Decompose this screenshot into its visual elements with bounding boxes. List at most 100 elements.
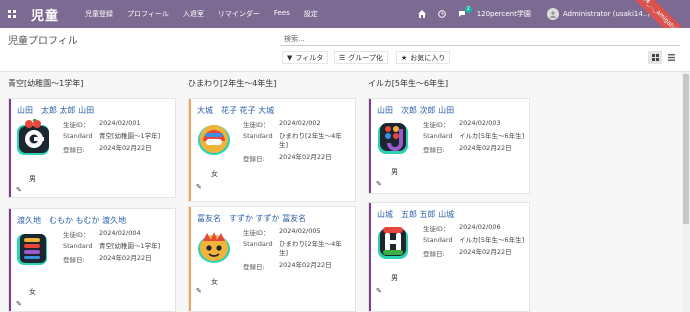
edit-pencil-icon[interactable]: ✎ [16,300,22,308]
date-label: 登録日: [423,146,445,154]
student-name[interactable]: 大城 花子 花子 大城 [197,105,274,116]
column-title-himawari[interactable]: ひまわり[2年生〜4年生] [188,78,276,89]
standard-label: Standard [63,242,93,250]
registration-date: 2024年02月22日 [279,261,332,269]
student-avatar-h-icon [375,223,413,261]
student-name[interactable]: 山城 五郎 五郎 山城 [377,209,454,220]
menu-item-fees[interactable]: Fees [274,9,290,19]
registration-date: 2024年02月22日 [459,248,512,256]
student-fields: 生徒ID： 2024/02/001 Standard 青空[幼稚園〜1学年] 登録日… [63,119,169,157]
kanban-card[interactable]: 山城 五郎 五郎 山城 男 生徒ID： 2024/02/006 Standard イ… [368,202,530,312]
registration-date: 2024年02月22日 [99,254,152,262]
app-title[interactable]: 児童 [31,5,59,24]
edit-pencil-icon[interactable]: ✎ [376,287,382,295]
chat-count-badge: 2 [464,6,472,13]
list-view-button[interactable] [664,51,678,64]
menu-item-child-registration[interactable]: 児童登録 [85,9,113,19]
date-label: 登録日: [63,146,85,154]
date-label: 登録日: [63,256,85,264]
star-icon: ★ [401,53,408,62]
color-stripe [369,99,371,193]
standard-label: Standard [243,240,273,248]
menu-item-attendance[interactable]: 入退室 [183,9,204,19]
group-by-button[interactable]: ☰ グループ化 [334,51,388,64]
standard-value: ひまわり[2年生〜4年生] [279,240,342,257]
gender-label: 男 [391,274,398,282]
kanban-card[interactable]: 山田 太郎 太郎 山田 男 生徒ID： 2024/02/001 Standard 青… [8,98,176,198]
edit-pencil-icon[interactable]: ✎ [196,183,202,191]
home-icon[interactable] [417,9,427,19]
id-label: 生徒ID： [243,121,270,129]
color-stripe [189,99,191,201]
filter-label: フィルタ [295,53,324,62]
registration-date: 2024年02月22日 [459,144,512,152]
student-avatar-j-icon [375,119,413,157]
student-id: 2024/02/006 [459,223,501,231]
student-name[interactable]: 山田 次郎 次郎 山田 [377,105,454,116]
top-navbar: 児童 児童登録 プロフィール 入退室 リマインダー Fees 設定 2 120p… [0,0,690,65]
student-name[interactable]: 冨友名 すずか すずか 冨友名 [197,213,306,224]
color-stripe [369,203,371,311]
standard-label: Standard [63,132,93,140]
id-label: 生徒ID： [63,121,90,129]
standard-value: 青空[幼稚園〜1学年] [99,242,161,250]
student-id: 2024/02/005 [279,227,321,235]
student-avatar-ghost-icon [195,227,233,265]
standard-value: ひまわり[2年生〜4年生] [279,132,342,149]
menu-item-reminder[interactable]: リマインダー [218,9,260,19]
color-stripe [9,99,11,197]
kanban-card[interactable]: 大城 花子 花子 大城 女 生徒ID： 2024/02/002 Standard ひ… [188,98,356,202]
chat-icon[interactable]: 2 [457,6,472,19]
gender-label: 女 [29,288,36,296]
id-label: 生徒ID： [423,225,450,233]
student-name[interactable]: 山田 太郎 太郎 山田 [17,105,94,116]
id-label: 生徒ID： [423,121,450,129]
standard-value: 青空[幼稚園〜1学年] [99,132,161,140]
page-title: 児童プロフィル [8,36,78,47]
edit-pencil-icon[interactable]: ✎ [196,287,202,295]
student-fields: 生徒ID： 2024/02/005 Standard ひまわり[2年生〜4年生] 登… [243,227,349,274]
student-avatar-a-icon [195,119,233,157]
vertical-scrollbar[interactable] [682,72,690,312]
user-menu[interactable]: Administrator (usaki14..) [563,10,650,18]
student-avatar-c-icon [15,118,53,157]
student-id: 2024/02/002 [279,119,321,127]
student-id: 2024/02/003 [459,119,501,127]
edit-pencil-icon[interactable]: ✎ [16,186,22,194]
student-name[interactable]: 渡久地 むもか もむか 渡久地 [17,215,126,226]
menu-item-settings[interactable]: 設定 [304,9,318,19]
company-switcher[interactable]: 120percent学園 [477,9,531,19]
date-label: 登録日: [243,155,265,163]
registration-date: 2024年02月22日 [99,144,152,152]
standard-value: イルカ[5年生〜6年生] [459,236,525,244]
kanban-view-button[interactable] [648,51,662,64]
gender-label: 男 [391,168,398,176]
kanban-card[interactable]: 渡久地 むもか もむか 渡久地 女 生徒ID： 2024/02/004 Stand… [8,208,176,312]
scrollbar-thumb[interactable] [683,74,689,224]
id-label: 生徒ID： [63,231,90,239]
clock-icon[interactable] [437,9,447,19]
color-stripe [9,209,11,311]
date-label: 登録日: [423,250,445,258]
standard-label: Standard [243,132,273,140]
student-fields: 生徒ID： 2024/02/004 Standard 青空[幼稚園〜1学年] 登録日… [63,229,169,267]
column-title-aozora[interactable]: 青空[幼稚園〜1学年] [8,78,83,89]
edit-pencil-icon[interactable]: ✎ [376,180,382,188]
kanban-card[interactable]: 冨友名 すずか すずか 冨友名 女 生徒ID： 2024/02/005 Stand… [188,206,356,312]
standard-value: イルカ[5年生〜6年生] [459,132,525,140]
favorites-button[interactable]: ★ お気に入り [396,51,451,64]
gender-label: 男 [29,175,36,183]
search-input[interactable]: 検索... [280,34,680,46]
kanban-card[interactable]: 山田 次郎 次郎 山田 男 生徒ID： 2024/02/003 Standard イ… [368,98,530,194]
group-by-icon: ☰ [339,53,346,62]
filter-button[interactable]: ▼ フィルタ [282,51,329,64]
apps-menu-icon[interactable] [8,10,16,18]
standard-label: Standard [423,236,453,244]
favorites-label: お気に入り [410,53,446,62]
column-title-iruka[interactable]: イルカ[5年生〜6年生] [368,78,448,89]
user-avatar-icon[interactable] [546,8,559,20]
main-menu: 児童登録 プロフィール 入退室 リマインダー Fees 設定 [85,9,318,19]
standard-label: Standard [423,132,453,140]
menu-item-profile[interactable]: プロフィール [127,9,169,19]
student-avatar-e-icon [15,229,53,267]
